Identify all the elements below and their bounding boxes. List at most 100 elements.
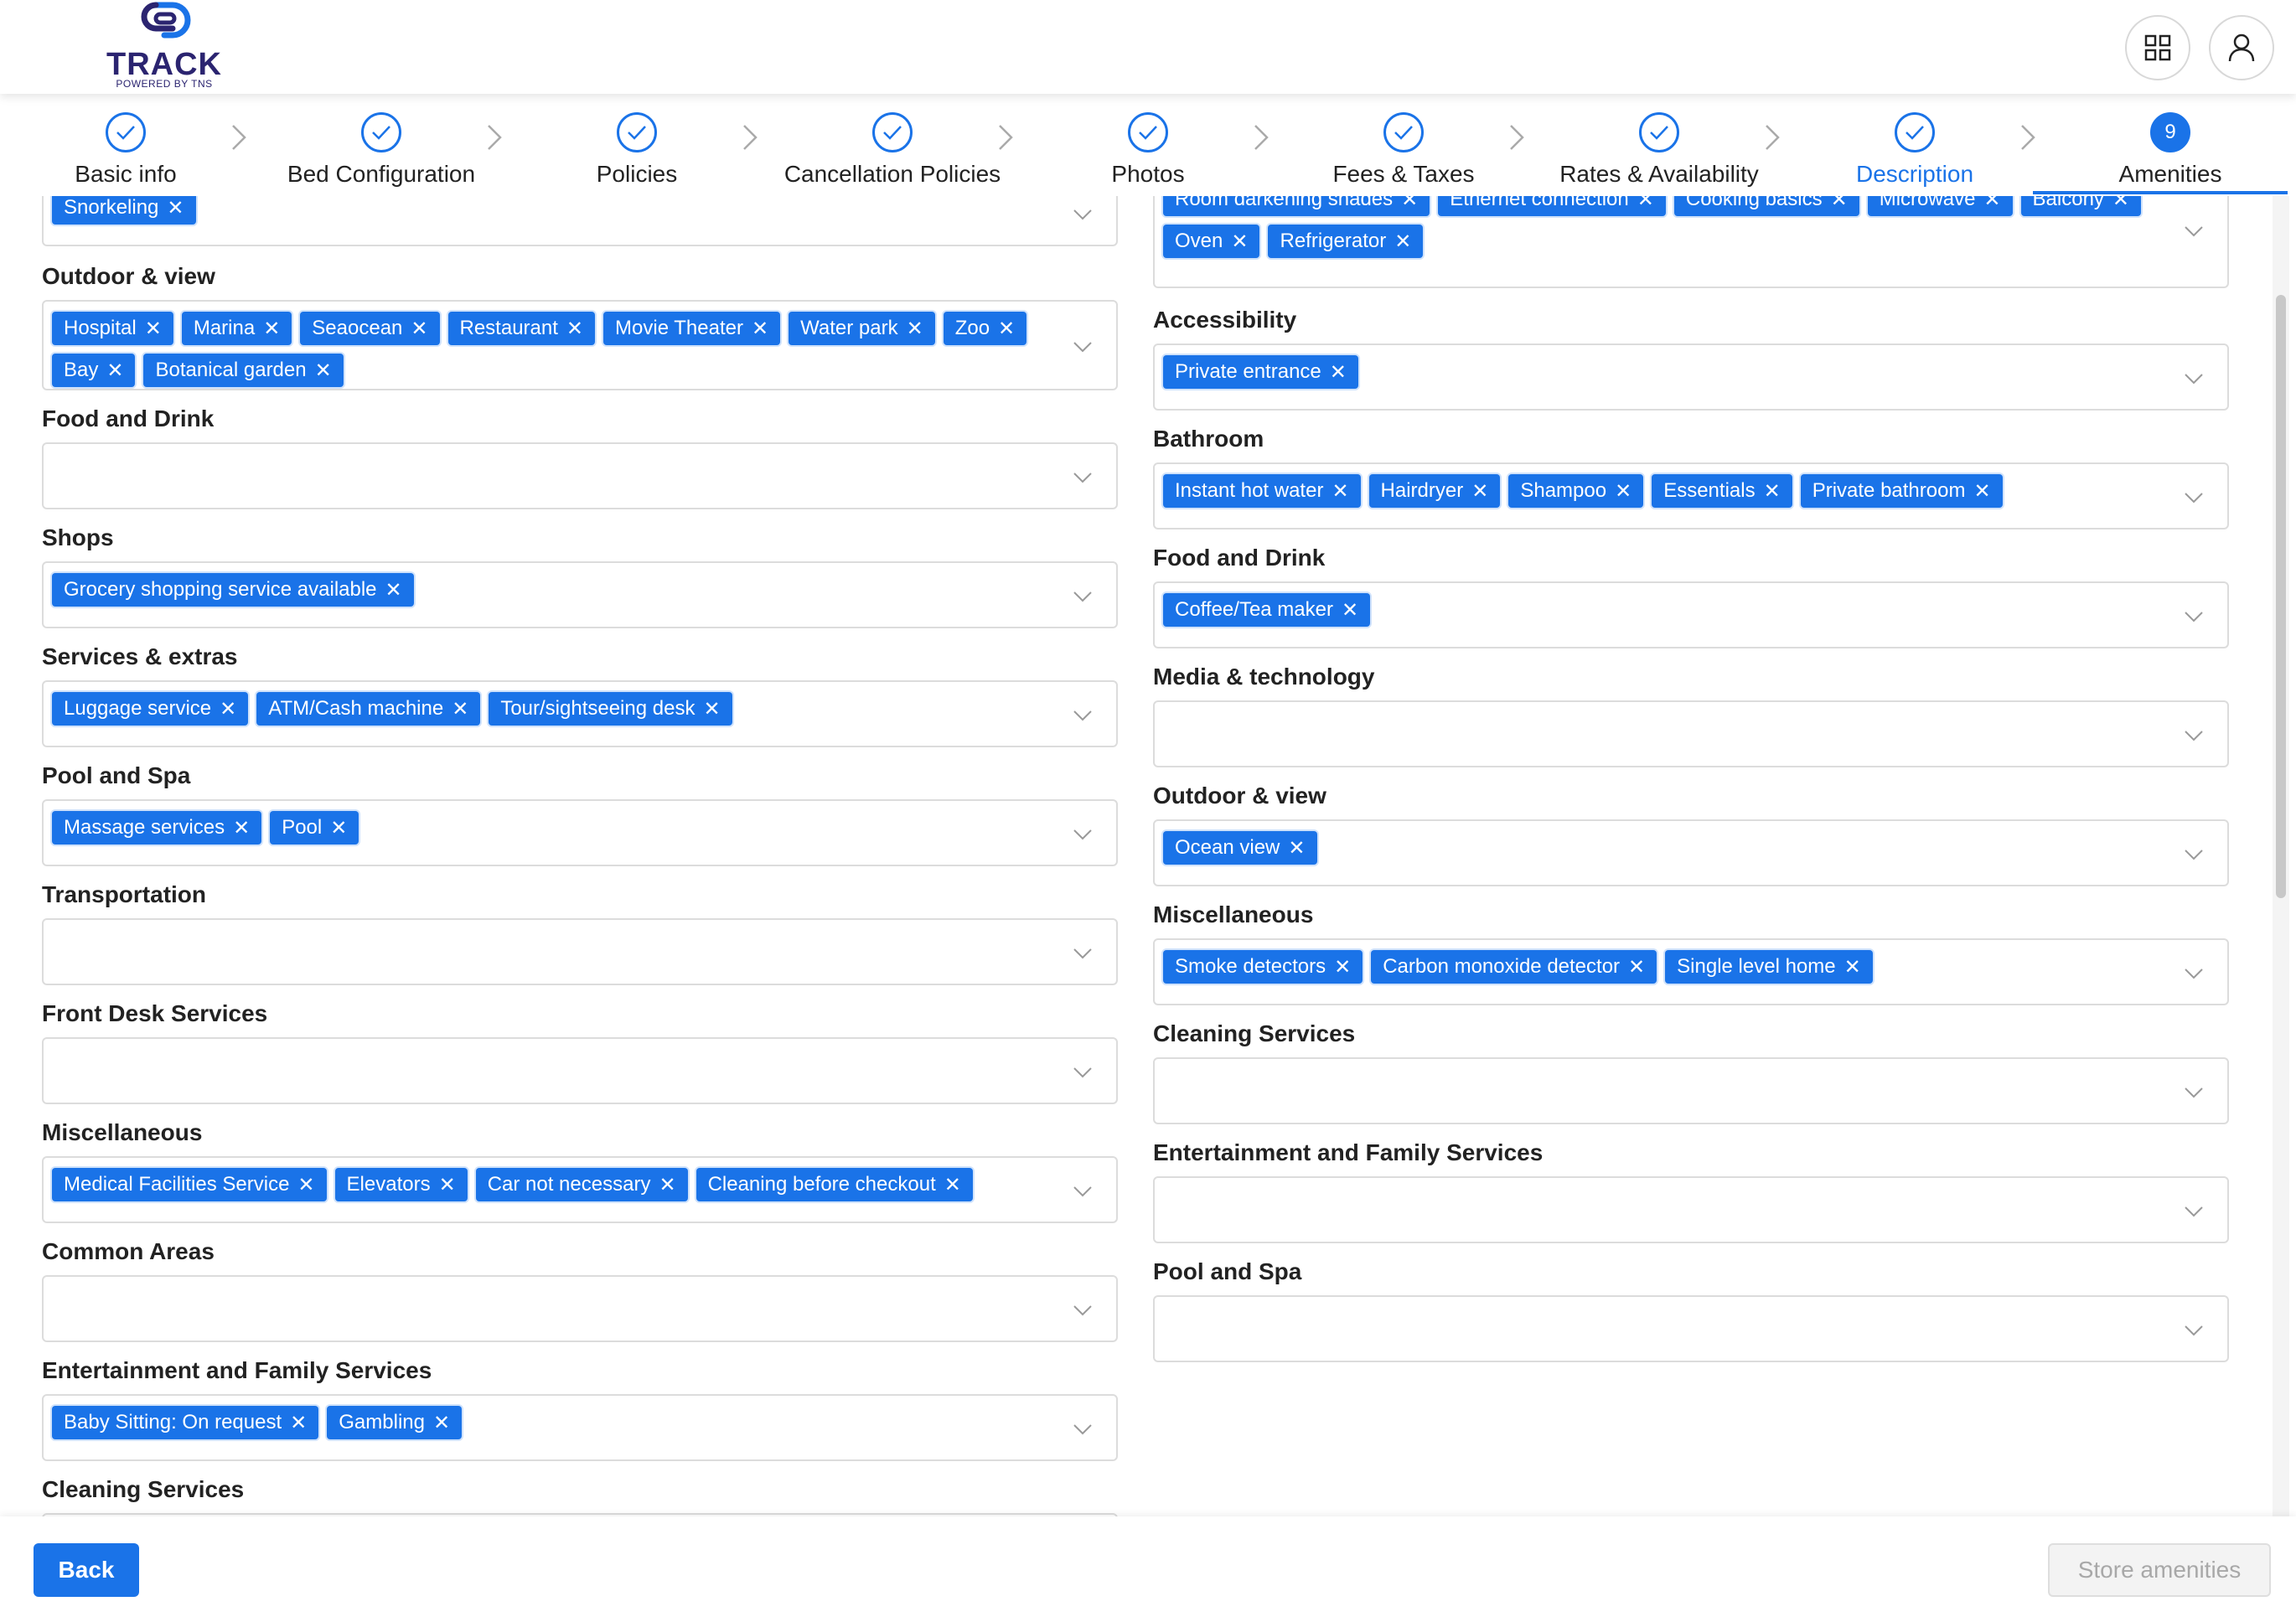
store-amenities-button[interactable]: Store amenities — [2048, 1543, 2271, 1597]
chevron-down-icon[interactable] — [1071, 707, 1094, 724]
step-7[interactable]: Rates & Availability — [1533, 94, 1785, 196]
amenity-multiselect[interactable]: Massage services ✕ Pool ✕ — [42, 799, 1118, 866]
amenity-multiselect[interactable]: Smoke detectors ✕ Carbon monoxide detector… — [1153, 938, 2229, 1005]
amenity-multiselect[interactable] — [42, 442, 1118, 509]
remove-tag-icon[interactable]: ✕ — [233, 816, 250, 840]
amenity-multiselect[interactable]: Snorkeling ✕ — [42, 196, 1118, 246]
remove-tag-icon[interactable]: ✕ — [752, 317, 768, 341]
chevron-down-icon[interactable] — [1071, 588, 1094, 605]
chevron-down-icon[interactable] — [2182, 846, 2206, 863]
amenity-multiselect[interactable] — [42, 1275, 1118, 1342]
chevron-down-icon[interactable] — [1071, 338, 1094, 355]
remove-tag-icon[interactable]: ✕ — [1637, 196, 1654, 212]
amenity-multiselect[interactable] — [1153, 1057, 2229, 1124]
remove-tag-icon[interactable]: ✕ — [106, 359, 123, 383]
amenity-multiselect[interactable]: Medical Facilities Service ✕ Elevators ✕ Car… — [42, 1156, 1118, 1223]
chevron-down-icon[interactable] — [1071, 1421, 1094, 1438]
remove-tag-icon[interactable]: ✕ — [1844, 955, 1861, 979]
remove-tag-icon[interactable]: ✕ — [433, 1411, 450, 1435]
chevron-down-icon[interactable] — [2182, 1084, 2206, 1101]
back-button[interactable]: Back — [34, 1543, 139, 1597]
remove-tag-icon[interactable]: ✕ — [1973, 479, 1990, 504]
remove-tag-icon[interactable]: ✕ — [703, 697, 720, 721]
remove-tag-icon[interactable]: ✕ — [297, 1173, 314, 1197]
chevron-right-icon — [1766, 125, 1780, 150]
chevron-down-icon[interactable] — [2182, 727, 2206, 744]
remove-tag-icon[interactable]: ✕ — [907, 317, 923, 341]
remove-tag-icon[interactable]: ✕ — [439, 1173, 456, 1197]
step-5[interactable]: Photos — [1022, 94, 1274, 196]
step-8[interactable]: Description — [1789, 94, 2040, 196]
chevron-down-icon[interactable] — [2182, 370, 2206, 387]
amenity-multiselect[interactable]: Baby Sitting: On request ✕ Gambling ✕ — [42, 1394, 1118, 1461]
remove-tag-icon[interactable]: ✕ — [1831, 196, 1848, 212]
chevron-down-icon[interactable] — [2182, 1203, 2206, 1220]
step-2[interactable]: Bed Configuration — [256, 94, 507, 196]
chevron-down-icon[interactable] — [1071, 1302, 1094, 1319]
amenity-multiselect[interactable] — [1153, 1176, 2229, 1243]
remove-tag-icon[interactable]: ✕ — [411, 317, 427, 341]
remove-tag-icon[interactable]: ✕ — [330, 816, 347, 840]
amenity-multiselect[interactable]: Ocean view ✕ — [1153, 819, 2229, 886]
remove-tag-icon[interactable]: ✕ — [1628, 955, 1645, 979]
account-button[interactable] — [2209, 15, 2274, 80]
remove-tag-icon[interactable]: ✕ — [220, 697, 236, 721]
remove-tag-icon[interactable]: ✕ — [659, 1173, 675, 1197]
amenity-multiselect[interactable]: Hospital ✕ Marina ✕ Seaocean ✕ Restaurant ✕ Movi… — [42, 300, 1118, 390]
remove-tag-icon[interactable]: ✕ — [1394, 230, 1411, 254]
remove-tag-icon[interactable]: ✕ — [944, 1173, 961, 1197]
step-1[interactable]: Basic info — [0, 94, 251, 196]
chevron-down-icon[interactable] — [1071, 826, 1094, 843]
amenity-tag-label: Pool — [282, 816, 323, 839]
apps-button[interactable] — [2125, 15, 2190, 80]
step-4[interactable]: Cancellation Policies — [767, 94, 1018, 196]
chevron-down-icon[interactable] — [2182, 223, 2206, 240]
remove-tag-icon[interactable]: ✕ — [998, 317, 1015, 341]
chevron-down-icon[interactable] — [1071, 1183, 1094, 1200]
remove-tag-icon[interactable]: ✕ — [452, 697, 468, 721]
chevron-right-icon — [232, 125, 246, 150]
chevron-down-icon[interactable] — [2182, 489, 2206, 506]
remove-tag-icon[interactable]: ✕ — [1330, 360, 1347, 385]
remove-tag-icon[interactable]: ✕ — [1334, 955, 1351, 979]
scrollbar-thumb[interactable] — [2276, 295, 2286, 898]
remove-tag-icon[interactable]: ✕ — [1332, 479, 1348, 504]
amenity-multiselect[interactable] — [42, 1037, 1118, 1104]
remove-tag-icon[interactable]: ✕ — [385, 578, 402, 602]
chevron-down-icon[interactable] — [2182, 1322, 2206, 1339]
amenity-multiselect[interactable] — [42, 918, 1118, 985]
chevron-down-icon[interactable] — [1071, 945, 1094, 962]
remove-tag-icon[interactable]: ✕ — [1983, 196, 2000, 212]
amenity-multiselect[interactable]: Luggage service ✕ ATM/Cash machine ✕ Tour/si… — [42, 680, 1118, 747]
amenity-multiselect[interactable]: Grocery shopping service available ✕ — [42, 561, 1118, 628]
chevron-down-icon[interactable] — [1071, 1064, 1094, 1081]
remove-tag-icon[interactable]: ✕ — [1615, 479, 1632, 504]
step-6[interactable]: Fees & Taxes — [1278, 94, 1529, 196]
step-3[interactable]: Policies — [511, 94, 763, 196]
amenity-multiselect[interactable]: Private entrance ✕ — [1153, 344, 2229, 411]
chevron-down-icon[interactable] — [1071, 206, 1094, 223]
amenity-multiselect[interactable] — [1153, 700, 2229, 767]
remove-tag-icon[interactable]: ✕ — [263, 317, 280, 341]
remove-tag-icon[interactable]: ✕ — [145, 317, 162, 341]
remove-tag-icon[interactable]: ✕ — [1342, 598, 1358, 622]
remove-tag-icon[interactable]: ✕ — [167, 196, 184, 220]
remove-tag-icon[interactable]: ✕ — [566, 317, 583, 341]
remove-tag-icon[interactable]: ✕ — [1471, 479, 1488, 504]
step-9[interactable]: 9 Amenities — [2045, 94, 2296, 196]
chevron-down-icon[interactable] — [2182, 965, 2206, 982]
chevron-down-icon[interactable] — [1071, 469, 1094, 486]
track-logo[interactable]: TRACK POWERED BY TNS — [106, 0, 223, 90]
chevron-down-icon[interactable] — [2182, 608, 2206, 625]
amenity-multiselect[interactable] — [1153, 1295, 2229, 1362]
amenity-multiselect[interactable]: Coffee/Tea maker ✕ — [1153, 581, 2229, 648]
remove-tag-icon[interactable]: ✕ — [1401, 196, 1418, 212]
remove-tag-icon[interactable]: ✕ — [2112, 196, 2129, 212]
remove-tag-icon[interactable]: ✕ — [290, 1411, 307, 1435]
remove-tag-icon[interactable]: ✕ — [1764, 479, 1781, 504]
amenity-multiselect[interactable]: Room darkening shades ✕ Ethernet connectio… — [1153, 196, 2229, 288]
remove-tag-icon[interactable]: ✕ — [1231, 230, 1248, 254]
remove-tag-icon[interactable]: ✕ — [315, 359, 332, 383]
amenity-multiselect[interactable]: Instant hot water ✕ Hairdryer ✕ Shampoo ✕ Esse… — [1153, 462, 2229, 529]
remove-tag-icon[interactable]: ✕ — [1288, 836, 1305, 860]
